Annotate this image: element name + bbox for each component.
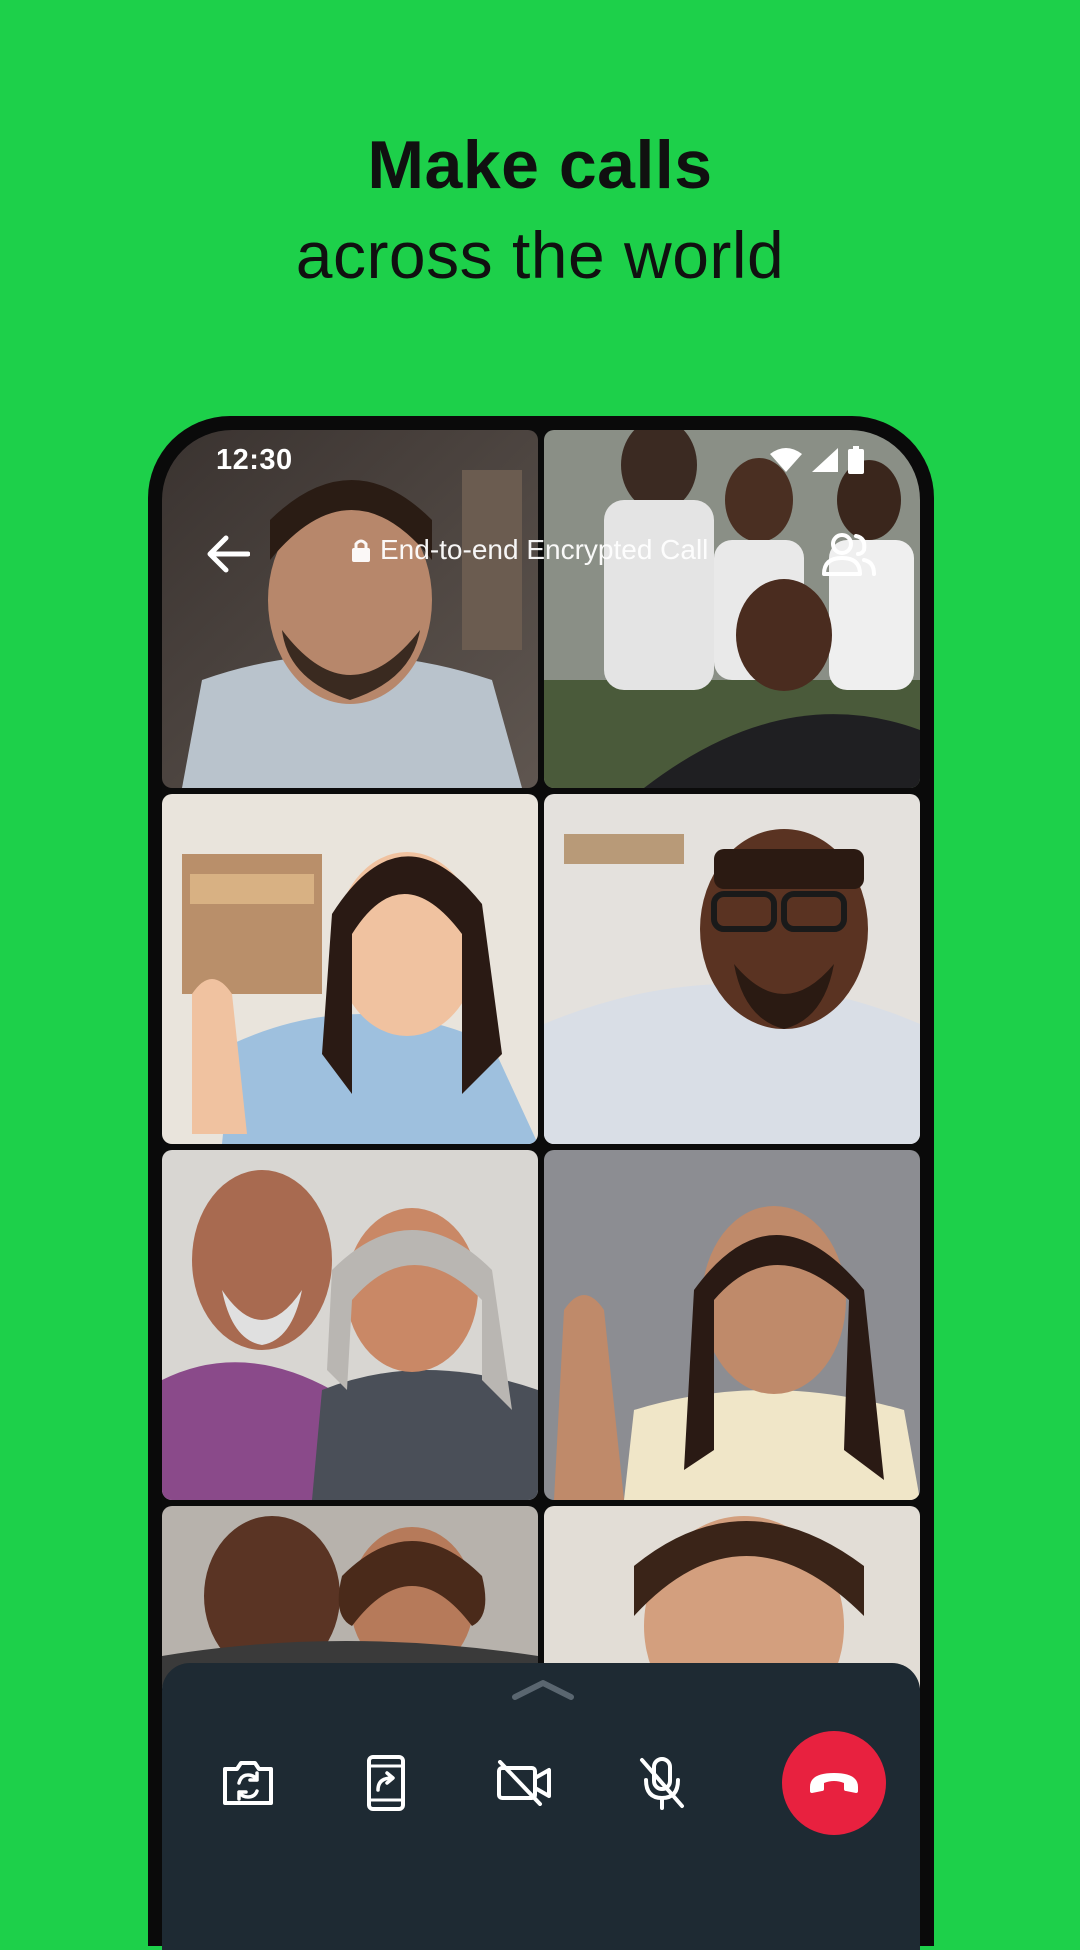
arrow-left-icon (207, 535, 250, 573)
video-tile-5[interactable] (162, 1150, 538, 1500)
screen-share-icon (367, 1755, 405, 1811)
end-call-button[interactable] (782, 1731, 886, 1835)
cell-signal-icon (812, 448, 838, 477)
video-tile-6[interactable] (544, 1150, 920, 1500)
flip-camera-button[interactable] (196, 1731, 300, 1835)
participant-video-6 (544, 1150, 920, 1500)
end-call-icon (810, 1773, 858, 1793)
participant-video-3 (162, 794, 538, 1144)
participant-video-2 (544, 430, 920, 788)
video-tile-1[interactable] (162, 430, 538, 788)
status-icons (770, 446, 864, 479)
headline: Make calls across the world (0, 120, 1080, 300)
video-toggle-button[interactable] (472, 1731, 576, 1835)
mic-off-icon (640, 1757, 684, 1810)
call-header: End-to-end Encrypted Call (162, 524, 920, 584)
headline-subtitle: across the world (295, 218, 785, 292)
back-button[interactable] (198, 524, 258, 584)
phone-frame: 12:30 End-to-end Encrypted Call (148, 416, 934, 1950)
headline-title: Make calls (367, 127, 713, 203)
lock-icon (352, 539, 370, 562)
video-tile-4[interactable] (544, 794, 920, 1144)
flip-camera-icon (223, 1761, 273, 1805)
participant-video-4 (544, 794, 920, 1144)
call-screen: 12:30 End-to-end Encrypted Call (162, 430, 920, 1950)
battery-icon (848, 446, 864, 479)
video-tile-3[interactable] (162, 794, 538, 1144)
expand-handle[interactable] (511, 1677, 575, 1701)
status-time: 12:30 (216, 444, 293, 476)
mute-button[interactable] (610, 1731, 714, 1835)
video-tile-2[interactable] (544, 430, 920, 788)
call-controls-panel (162, 1663, 920, 1950)
participants-button[interactable] (816, 524, 880, 584)
encryption-label: End-to-end Encrypted Call (352, 534, 708, 566)
participant-video-5 (162, 1150, 538, 1500)
encryption-text: End-to-end Encrypted Call (380, 534, 709, 565)
screen-share-button[interactable] (334, 1731, 438, 1835)
participant-video-1 (162, 430, 538, 788)
wifi-icon (770, 448, 802, 477)
chevron-up-icon (512, 1680, 574, 1700)
people-icon (822, 533, 876, 576)
video-off-icon (497, 1760, 551, 1806)
